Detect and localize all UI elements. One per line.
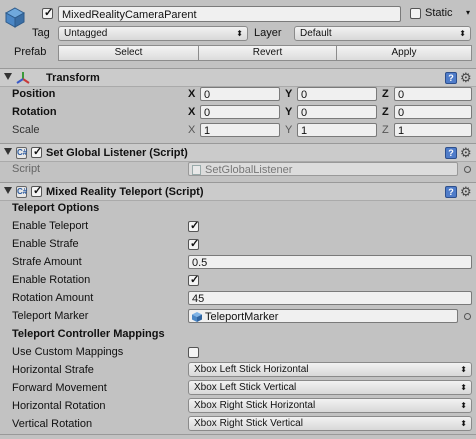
strafe-amount-label: Strafe Amount [12, 256, 82, 268]
use-custom-mappings-checkbox[interactable] [188, 347, 199, 358]
dropdown-arrow-icon: ⬍ [460, 383, 467, 392]
x-label: X [188, 88, 196, 100]
check-icon: ✓ [190, 220, 200, 232]
gear-icon[interactable]: ⚙ [460, 145, 472, 161]
enable-rotation-checkbox[interactable]: ✓ [188, 274, 200, 286]
enable-strafe-checkbox[interactable]: ✓ [188, 238, 200, 250]
rotation-y-field[interactable]: 0 [297, 105, 377, 119]
forward-movement-label: Forward Movement [12, 382, 107, 394]
rotation-x-field[interactable]: 0 [200, 105, 280, 119]
dropdown-arrow-icon: ⬍ [459, 29, 466, 38]
gear-icon[interactable]: ⚙ [460, 70, 472, 86]
scale-z-field[interactable]: 1 [394, 123, 472, 137]
prefab-revert-button[interactable]: Revert [198, 45, 337, 61]
check-icon: ✓ [190, 274, 200, 286]
teleport-marker-label: Teleport Marker [12, 310, 89, 322]
rotation-z-field[interactable]: 0 [394, 105, 472, 119]
enable-teleport-checkbox[interactable]: ✓ [188, 220, 200, 232]
dropdown-arrow-icon: ⬍ [460, 401, 467, 410]
help-icon[interactable]: ? [445, 147, 457, 159]
forward-movement-dropdown[interactable]: Xbox Left Stick Vertical ⬍ [188, 380, 472, 395]
prefab-cube-icon [192, 312, 202, 322]
tag-label: Tag [32, 27, 50, 39]
global-listener-enabled-checkbox[interactable]: ✓ [31, 146, 43, 158]
foldout-arrow-icon[interactable] [4, 73, 12, 80]
z-label: Z [382, 88, 389, 100]
y-label: Y [285, 106, 293, 118]
object-picker-icon[interactable] [464, 166, 471, 173]
horizontal-strafe-label: Horizontal Strafe [12, 364, 94, 376]
vertical-rotation-dropdown[interactable]: Xbox Right Stick Vertical ⬍ [188, 416, 472, 431]
layer-dropdown[interactable]: Default ⬍ [294, 26, 471, 41]
script-icon: C# [16, 147, 28, 159]
horizontal-strafe-dropdown[interactable]: Xbox Left Stick Horizontal ⬍ [188, 362, 472, 377]
static-checkbox[interactable] [410, 8, 421, 19]
global-listener-title: Set Global Listener (Script) [46, 147, 188, 159]
position-y-field[interactable]: 0 [297, 87, 377, 101]
horizontal-rotation-dropdown[interactable]: Xbox Right Stick Horizontal ⬍ [188, 398, 472, 413]
check-icon: ✓ [33, 146, 43, 158]
check-icon: ✓ [190, 238, 200, 250]
transform-icon [16, 71, 30, 85]
bottom-divider [0, 434, 476, 435]
static-label: Static [425, 7, 453, 19]
transform-title: Transform [46, 72, 100, 84]
enable-rotation-label: Enable Rotation [12, 274, 91, 286]
script-icon: C# [16, 186, 28, 198]
y-label: Y [285, 88, 293, 100]
gear-icon[interactable]: ⚙ [460, 184, 472, 200]
teleport-marker-field[interactable]: TeleportMarker [188, 309, 458, 323]
check-icon: ✓ [44, 7, 54, 19]
check-icon: ✓ [33, 185, 43, 197]
prefab-apply-button[interactable]: Apply [336, 45, 472, 61]
object-picker-icon[interactable] [464, 313, 471, 320]
rotation-amount-field[interactable]: 45 [188, 291, 472, 305]
position-x-field[interactable]: 0 [200, 87, 280, 101]
position-label: Position [12, 88, 56, 100]
horizontal-rotation-label: Horizontal Rotation [12, 400, 106, 412]
teleport-header[interactable]: C# ✓ Mixed Reality Teleport (Script) ? ⚙ [0, 182, 476, 201]
z-label: Z [382, 106, 389, 118]
rotation-amount-label: Rotation Amount [12, 292, 94, 304]
help-icon[interactable]: ? [445, 72, 457, 84]
gameobject-icon [4, 6, 26, 28]
y-label: Y [285, 124, 293, 136]
foldout-arrow-icon[interactable] [4, 148, 12, 155]
rotation-label: Rotation [12, 106, 57, 118]
script-asset-icon [192, 165, 201, 175]
dropdown-arrow-icon: ⬍ [460, 365, 467, 374]
prefab-select-button[interactable]: Select [58, 45, 199, 61]
x-label: X [188, 106, 196, 118]
object-name-field[interactable]: MixedRealityCameraParent [58, 6, 401, 22]
dropdown-arrow-icon: ⬍ [236, 29, 243, 38]
enable-teleport-label: Enable Teleport [12, 220, 89, 232]
scale-label: Scale [12, 124, 40, 136]
active-checkbox[interactable]: ✓ [42, 7, 54, 19]
teleport-enabled-checkbox[interactable]: ✓ [31, 185, 43, 197]
position-z-field[interactable]: 0 [394, 87, 472, 101]
layer-label: Layer [254, 27, 282, 39]
foldout-arrow-icon[interactable] [4, 187, 12, 194]
z-label: Z [382, 124, 389, 136]
prefab-label: Prefab [14, 46, 47, 58]
dropdown-arrow-icon: ⬍ [460, 419, 467, 428]
transform-header[interactable]: Transform ? ⚙ [0, 68, 476, 87]
scale-x-field[interactable]: 1 [200, 123, 280, 137]
script-field: SetGlobalListener [188, 162, 458, 176]
controller-mappings-heading: Teleport Controller Mappings [12, 328, 165, 340]
script-label: Script [12, 163, 41, 175]
vertical-rotation-label: Vertical Rotation [12, 418, 93, 430]
global-listener-header[interactable]: C# ✓ Set Global Listener (Script) ? ⚙ [0, 143, 476, 162]
help-icon[interactable]: ? [445, 186, 457, 198]
teleport-options-heading: Teleport Options [12, 202, 100, 214]
scale-y-field[interactable]: 1 [297, 123, 377, 137]
use-custom-mappings-label: Use Custom Mappings [12, 346, 124, 358]
static-dropdown-icon[interactable]: ▾ [466, 8, 470, 17]
enable-strafe-label: Enable Strafe [12, 238, 79, 250]
strafe-amount-field[interactable]: 0.5 [188, 255, 472, 269]
teleport-title: Mixed Reality Teleport (Script) [46, 186, 204, 198]
x-label: X [188, 124, 196, 136]
tag-dropdown[interactable]: Untagged ⬍ [58, 26, 248, 41]
